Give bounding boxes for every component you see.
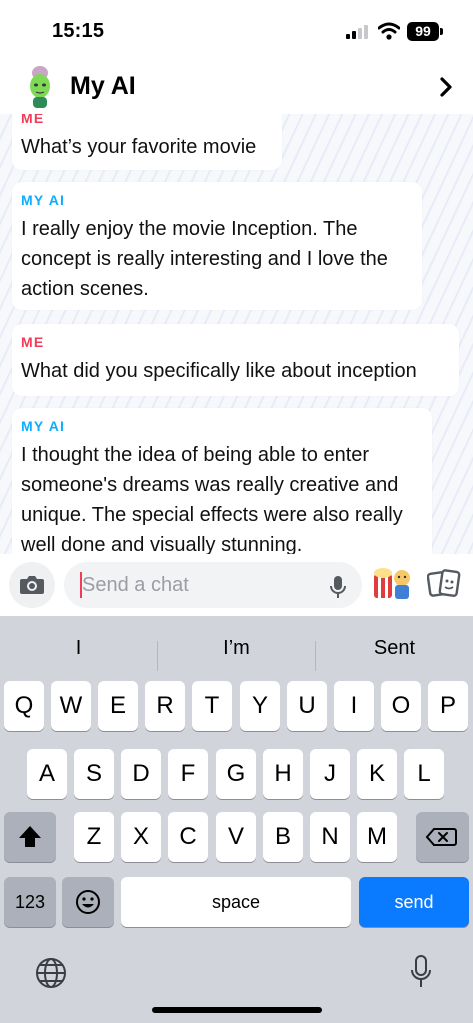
chevron-right-icon[interactable] (438, 76, 454, 98)
backspace-icon (425, 828, 457, 846)
emoji-icon (76, 890, 100, 914)
backspace-key[interactable] (416, 812, 469, 862)
message-sender: ME (21, 334, 45, 350)
cellular-signal-icon (346, 25, 372, 39)
shift-icon (19, 826, 41, 847)
key-p[interactable]: P (428, 681, 468, 731)
sticker-cards-icon[interactable] (427, 568, 461, 600)
key-c[interactable]: C (168, 812, 208, 862)
send-key[interactable]: send (359, 877, 469, 927)
key-t[interactable]: T (192, 681, 232, 731)
key-q[interactable]: Q (4, 681, 44, 731)
key-g[interactable]: G (216, 749, 256, 799)
key-f[interactable]: F (168, 749, 208, 799)
message-bubble: MY AI I thought the idea of being able t… (12, 408, 432, 554)
dictation-microphone-icon[interactable] (410, 954, 432, 990)
message-text: What did you specifically like about inc… (21, 360, 417, 382)
key-u[interactable]: U (287, 681, 327, 731)
chat-header: My AI (0, 62, 473, 114)
key-y[interactable]: Y (240, 681, 280, 731)
key-j[interactable]: J (310, 749, 350, 799)
message-bubble: ME What did you specifically like about … (12, 324, 459, 396)
microphone-icon[interactable] (329, 575, 347, 599)
message-sender: MY AI (21, 192, 66, 208)
ai-avatar-icon[interactable] (22, 64, 58, 110)
key-e[interactable]: E (98, 681, 138, 731)
bitmoji-icon[interactable] (372, 566, 416, 602)
key-m[interactable]: M (357, 812, 397, 862)
key-n[interactable]: N (310, 812, 350, 862)
suggestion-bar: I I’m Sent (0, 626, 473, 671)
key-r[interactable]: R (145, 681, 185, 731)
camera-icon (20, 576, 44, 594)
status-bar: 15:15 99 (0, 0, 473, 62)
suggestion-item[interactable]: Sent (316, 626, 473, 670)
battery-icon: 99 (407, 22, 439, 41)
message-bubble: ME What’s your favorite movie (12, 114, 282, 170)
message-sender: MY AI (21, 418, 66, 434)
message-text: I thought the idea of being able to ente… (21, 444, 403, 554)
key-k[interactable]: K (357, 749, 397, 799)
camera-button[interactable] (9, 562, 55, 608)
chat-input[interactable]: Send a chat (64, 562, 362, 608)
key-o[interactable]: O (381, 681, 421, 731)
key-l[interactable]: L (404, 749, 444, 799)
chat-input-bar: Send a chat (0, 554, 473, 616)
emoji-key[interactable] (62, 877, 114, 927)
key-w[interactable]: W (51, 681, 91, 731)
key-s[interactable]: S (74, 749, 114, 799)
key-i[interactable]: I (334, 681, 374, 731)
chat-messages[interactable]: ME What’s your favorite movie MY AI I re… (0, 114, 473, 554)
numbers-key[interactable]: 123 (4, 877, 56, 927)
message-bubble: MY AI I really enjoy the movie Inception… (12, 182, 422, 310)
keyboard: I I’m Sent Q W E R T Y U I O P A S D F G… (0, 616, 473, 1023)
key-b[interactable]: B (263, 812, 303, 862)
key-a[interactable]: A (27, 749, 67, 799)
status-time: 15:15 (52, 20, 105, 42)
home-indicator[interactable] (152, 1007, 322, 1013)
wifi-icon (378, 22, 400, 40)
key-x[interactable]: X (121, 812, 161, 862)
message-sender: ME (21, 114, 45, 126)
chat-input-placeholder: Send a chat (82, 574, 189, 596)
key-d[interactable]: D (121, 749, 161, 799)
globe-icon[interactable] (34, 956, 68, 990)
message-text: What’s your favorite movie (21, 136, 257, 158)
chat-title[interactable]: My AI (70, 72, 136, 101)
message-text: I really enjoy the movie Inception. The … (21, 218, 388, 300)
battery-nub (440, 28, 443, 35)
key-v[interactable]: V (216, 812, 256, 862)
suggestion-item[interactable]: I’m (158, 626, 315, 670)
suggestion-item[interactable]: I (0, 626, 157, 670)
key-z[interactable]: Z (74, 812, 114, 862)
key-h[interactable]: H (263, 749, 303, 799)
space-key[interactable]: space (121, 877, 351, 927)
shift-key[interactable] (4, 812, 56, 862)
